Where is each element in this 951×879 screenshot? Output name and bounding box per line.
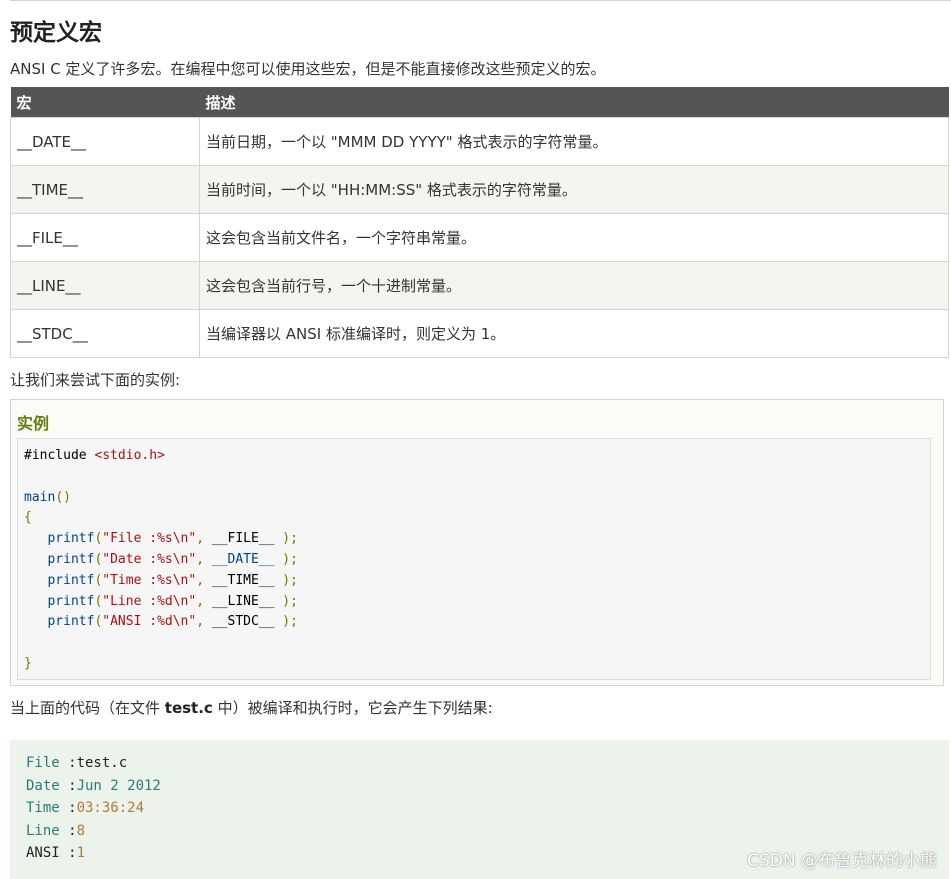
top-divider xyxy=(10,0,951,1)
watermark: CSDN @布鲁克林的小熊 xyxy=(747,851,937,871)
example-box: 实例 #include <stdio.h> main() { printf("F… xyxy=(10,399,944,686)
macro-description-cell: 当前日期，一个以 "MMM DD YYYY" 格式表示的字符常量。 xyxy=(199,117,949,166)
macro-name-cell: __TIME__ xyxy=(10,165,200,214)
table-row: __DATE__ 当前日期，一个以 "MMM DD YYYY" 格式表示的字符常… xyxy=(10,117,949,166)
column-header-description: 描述 xyxy=(199,87,949,118)
example-lead-text: 让我们来尝试下面的实例: xyxy=(10,371,181,389)
code-block[interactable]: #include <stdio.h> main() { printf("File… xyxy=(17,438,931,680)
macro-name-cell: __DATE__ xyxy=(10,117,200,166)
macro-description-cell: 这会包含当前文件名，一个字符串常量。 xyxy=(199,213,949,262)
code-text: #include <stdio.h> main() { printf("File… xyxy=(24,448,298,671)
table-row: __STDC__ 当编译器以 ANSI 标准编译时，则定义为 1。 xyxy=(10,309,949,358)
output-text: File :test.c Date :Jun 2 2012 Time :03:3… xyxy=(26,755,161,861)
section-heading: 预定义宏 xyxy=(10,20,102,46)
example-title: 实例 xyxy=(17,414,50,433)
macro-description-cell: 当前时间，一个以 "HH:MM:SS" 格式表示的字符常量。 xyxy=(199,165,949,214)
macro-name-cell: __LINE__ xyxy=(10,261,200,310)
macro-description-cell: 当编译器以 ANSI 标准编译时，则定义为 1。 xyxy=(199,309,949,358)
column-header-macro: 宏 xyxy=(10,87,200,118)
table-row: __FILE__ 这会包含当前文件名，一个字符串常量。 xyxy=(10,213,949,262)
macro-name-cell: __STDC__ xyxy=(10,309,200,358)
file-name: test.c xyxy=(164,699,213,717)
macro-description-cell: 这会包含当前行号，一个十进制常量。 xyxy=(199,261,949,310)
intro-paragraph: ANSI C 定义了许多宏。在编程中您可以使用这些宏，但是不能直接修改这些预定义… xyxy=(10,60,606,78)
predefined-macro-table: 宏 描述 __DATE__ 当前日期，一个以 "MMM DD YYYY" 格式表… xyxy=(10,87,949,358)
table-header-row: 宏 描述 xyxy=(10,87,949,118)
result-note: 当上面的代码（在文件 test.c 中）被编译和执行时，它会产生下列结果: xyxy=(10,699,493,717)
macro-name-cell: __FILE__ xyxy=(10,213,200,262)
table-row: __TIME__ 当前时间，一个以 "HH:MM:SS" 格式表示的字符常量。 xyxy=(10,165,949,214)
table-row: __LINE__ 这会包含当前行号，一个十进制常量。 xyxy=(10,261,949,310)
